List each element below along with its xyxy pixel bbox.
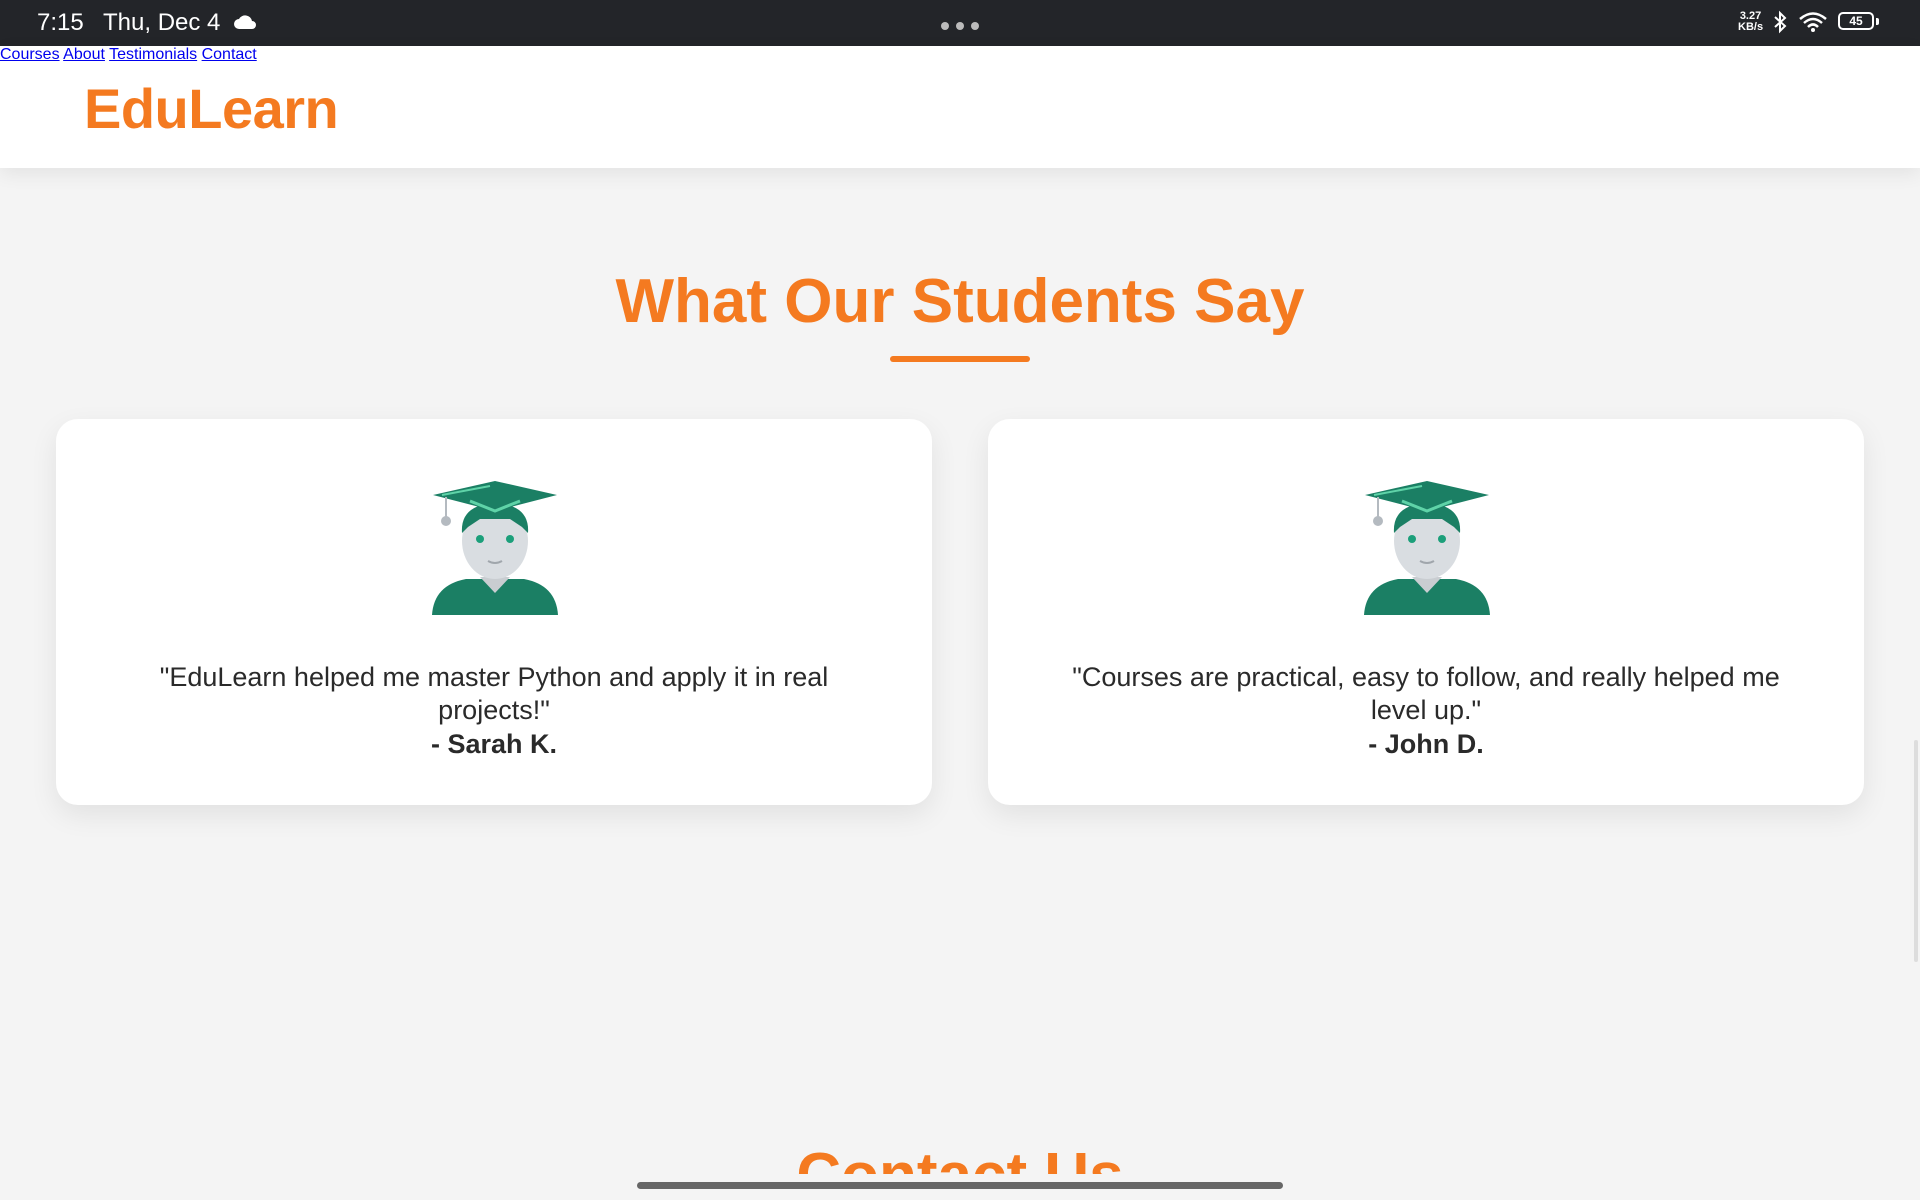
network-speed-unit: KB/s bbox=[1738, 21, 1764, 33]
testimonial-author: - Sarah K. bbox=[430, 729, 558, 759]
status-time: 7:15 bbox=[37, 9, 84, 36]
scrollbar-thumb[interactable] bbox=[1914, 740, 1918, 962]
battery-icon: 45 bbox=[1838, 12, 1874, 30]
wifi-icon bbox=[1798, 11, 1828, 38]
status-date: Thu, Dec 4 bbox=[103, 9, 221, 36]
title-underline bbox=[890, 356, 1030, 362]
system-status-bar: 7:15 Thu, Dec 4 3.27 KB/s 45 bbox=[0, 0, 1920, 46]
testimonial-card: "EduLearn helped me master Python and ap… bbox=[56, 419, 932, 805]
nav-about[interactable]: About bbox=[63, 46, 105, 63]
site-header: EduLearn Courses About Testimonials Cont… bbox=[0, 46, 1920, 168]
section-title: What Our Students Say bbox=[615, 267, 1305, 336]
home-indicator[interactable] bbox=[637, 1182, 1283, 1189]
battery-level: 45 bbox=[1849, 14, 1863, 28]
student-avatar-icon bbox=[432, 481, 558, 615]
site-logo[interactable]: EduLearn bbox=[84, 76, 339, 141]
contact-section-title: Contact Us bbox=[0, 1140, 1920, 1174]
nav-testimonials[interactable]: Testimonials bbox=[109, 46, 197, 63]
network-speed: 3.27 KB/s bbox=[1738, 11, 1763, 33]
nav-contact[interactable]: Contact bbox=[202, 46, 257, 63]
bluetooth-icon bbox=[1772, 10, 1788, 39]
testimonial-quote: "Courses are practical, easy to follow, … bbox=[1072, 662, 1780, 725]
nav-courses[interactable]: Courses bbox=[0, 46, 60, 63]
testimonial-quote: "EduLearn helped me master Python and ap… bbox=[159, 662, 829, 725]
student-avatar-icon bbox=[1364, 481, 1490, 615]
testimonial-author: - John D. bbox=[1368, 729, 1484, 759]
more-dots-icon[interactable] bbox=[940, 18, 980, 36]
battery-tip bbox=[1876, 18, 1879, 25]
cloud-icon bbox=[233, 14, 257, 35]
testimonial-card: "Courses are practical, easy to follow, … bbox=[988, 419, 1864, 805]
